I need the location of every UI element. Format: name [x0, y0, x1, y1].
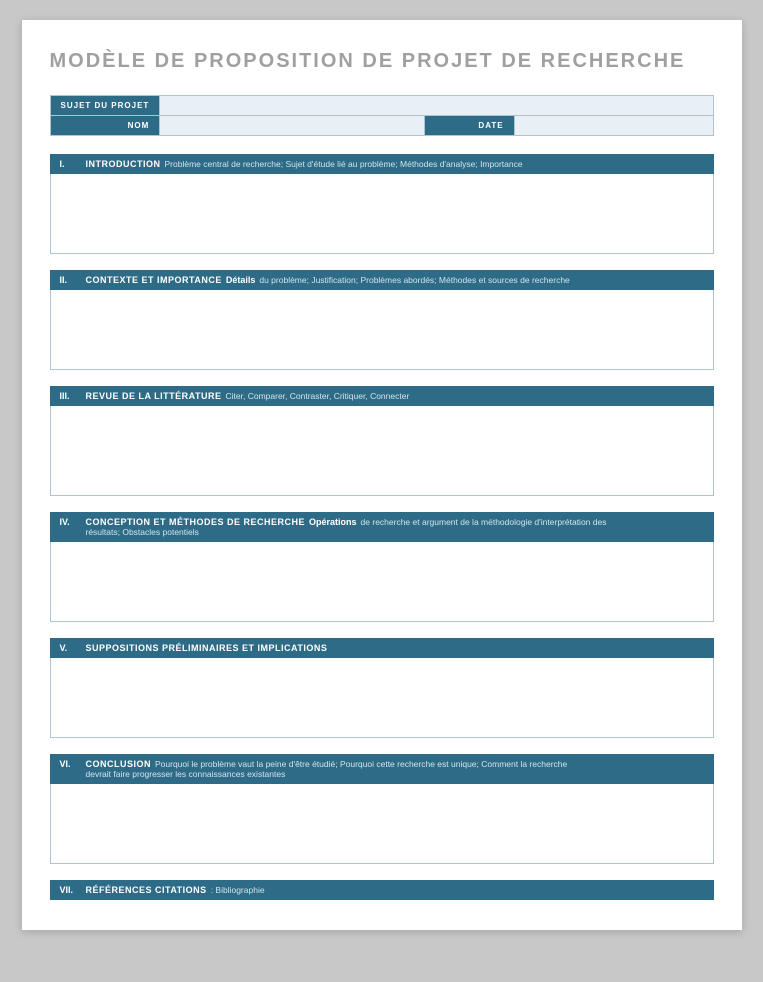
section-desc-6a: Pourquoi le problème vaut la peine d'êtr… — [155, 759, 567, 769]
section-body-conception[interactable] — [50, 542, 714, 622]
section-header-conclusion: VI. CONCLUSION Pourquoi le problème vaut… — [50, 754, 714, 784]
section-title-bold-2: Détails — [226, 275, 256, 285]
nom-label: NOM — [50, 116, 160, 136]
section-conclusion: VI. CONCLUSION Pourquoi le problème vaut… — [50, 754, 714, 864]
section-title-2: CONTEXTE ET IMPORTANCE — [86, 275, 222, 285]
header-table: SUJET DU PROJET NOM DATE — [50, 95, 714, 136]
section-header-revue: III. REVUE DE LA LITTÉRATURE Citer, Comp… — [50, 386, 714, 406]
section-introduction: I. INTRODUCTION Problème central de rech… — [50, 154, 714, 254]
section-num-6: VI. — [60, 759, 82, 769]
section-desc-1: Problème central de recherche; Sujet d'é… — [165, 159, 523, 169]
section-num-5: V. — [60, 643, 82, 653]
section-header-conception: IV. CONCEPTION ET MÉTHODES DE RECHERCHE … — [50, 512, 714, 542]
section-desc-4b: résultats; Obstacles potentiels — [60, 527, 704, 537]
page: MODÈLE DE PROPOSITION DE PROJET DE RECHE… — [22, 20, 742, 930]
section-num-2: II. — [60, 275, 82, 285]
date-value[interactable] — [514, 116, 713, 136]
section-title-6: CONCLUSION — [86, 759, 152, 769]
section-num-3: III. — [60, 391, 82, 401]
section-desc-7: : Bibliographie — [211, 885, 265, 895]
sujet-value[interactable] — [160, 96, 713, 116]
section-desc-4a: de recherche et argument de la méthodolo… — [361, 517, 607, 527]
section-body-revue[interactable] — [50, 406, 714, 496]
section-num-4: IV. — [60, 517, 82, 527]
sujet-label: SUJET DU PROJET — [50, 96, 160, 116]
section-desc-2: du problème; Justification; Problèmes ab… — [259, 275, 569, 285]
section-title-5: SUPPOSITIONS PRÉLIMINAIRES ET IMPLICATIO… — [86, 643, 328, 653]
section-num-7: VII. — [60, 885, 82, 895]
section-title-3: REVUE DE LA LITTÉRATURE — [86, 391, 222, 401]
section-title-bold-4: Opérations — [309, 517, 357, 527]
section-body-contexte[interactable] — [50, 290, 714, 370]
section-references: VII. RÉFÉRENCES CITATIONS : Bibliographi… — [50, 880, 714, 900]
section-header-contexte: II. CONTEXTE ET IMPORTANCE Détails du pr… — [50, 270, 714, 290]
section-header-suppositions: V. SUPPOSITIONS PRÉLIMINAIRES ET IMPLICA… — [50, 638, 714, 658]
section-desc-6b: devrait faire progresser les connaissanc… — [60, 769, 704, 779]
section-num-1: I. — [60, 159, 82, 169]
section-suppositions: V. SUPPOSITIONS PRÉLIMINAIRES ET IMPLICA… — [50, 638, 714, 738]
section-body-conclusion[interactable] — [50, 784, 714, 864]
section-body-suppositions[interactable] — [50, 658, 714, 738]
section-contexte: II. CONTEXTE ET IMPORTANCE Détails du pr… — [50, 270, 714, 370]
section-header-references: VII. RÉFÉRENCES CITATIONS : Bibliographi… — [50, 880, 714, 900]
section-revue: III. REVUE DE LA LITTÉRATURE Citer, Comp… — [50, 386, 714, 496]
section-desc-3: Citer, Comparer, Contraster, Critiquer, … — [226, 391, 410, 401]
page-title: MODÈLE DE PROPOSITION DE PROJET DE RECHE… — [50, 50, 714, 73]
section-title-1: INTRODUCTION — [86, 159, 161, 169]
section-header-introduction: I. INTRODUCTION Problème central de rech… — [50, 154, 714, 174]
section-title-7: RÉFÉRENCES CITATIONS — [86, 885, 207, 895]
section-body-introduction[interactable] — [50, 174, 714, 254]
date-label: DATE — [425, 116, 514, 136]
nom-value[interactable] — [160, 116, 425, 136]
section-conception: IV. CONCEPTION ET MÉTHODES DE RECHERCHE … — [50, 512, 714, 622]
section-title-4: CONCEPTION ET MÉTHODES DE RECHERCHE — [86, 517, 306, 527]
